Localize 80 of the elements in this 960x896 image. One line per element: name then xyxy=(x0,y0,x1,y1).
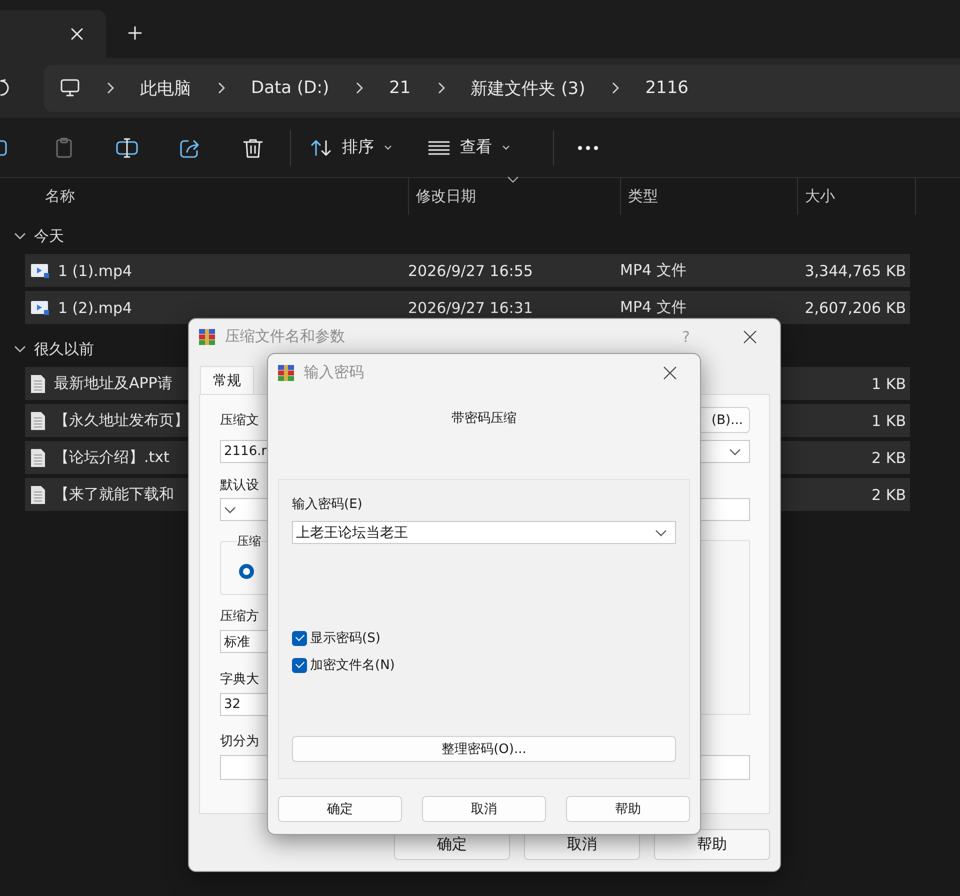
address-bar[interactable]: 此电脑 Data (D:) 21 新建文件夹 (3) 2116 xyxy=(44,64,960,112)
chevron-right-icon xyxy=(355,82,364,94)
file-name: 【论坛介绍】.txt xyxy=(54,448,170,467)
sort-button[interactable]: 排序 xyxy=(300,131,402,164)
chevron-right-icon xyxy=(436,82,445,94)
table-cell-text: MP4 文件 xyxy=(620,298,688,317)
breadcrumb-item[interactable]: Data (D:) xyxy=(251,78,330,98)
breadcrumb-item[interactable]: 21 xyxy=(389,78,411,98)
book-stack-icon xyxy=(198,328,216,346)
text-file-icon xyxy=(30,448,46,468)
checkbox[interactable] xyxy=(292,630,307,646)
text-file-icon xyxy=(30,374,46,394)
table-cell-text: 2 KB xyxy=(870,448,907,466)
text-file-icon xyxy=(30,410,46,430)
window-title: 压缩文件名和参数 xyxy=(225,327,346,346)
chevron-right-icon xyxy=(106,82,114,94)
file-name: 1 (1).mp4 xyxy=(58,262,132,280)
chevron-down-icon xyxy=(729,448,741,456)
refresh-icon[interactable] xyxy=(0,79,10,97)
table-cell-text: 2026/9/27 16:55 xyxy=(408,262,534,280)
chevron-right-icon xyxy=(611,82,620,94)
book-stack-icon xyxy=(277,364,295,382)
tab[interactable]: 常规 xyxy=(200,366,254,394)
field-label: 压缩方 xyxy=(220,608,259,625)
checkbox-label[interactable]: 加密文件名(N) xyxy=(310,656,395,674)
checkbox-label[interactable]: 显示密码(S) xyxy=(310,629,380,647)
chevron-right-icon xyxy=(217,82,225,94)
video-file-icon xyxy=(30,262,50,278)
dialog-button[interactable]: 确定 xyxy=(278,796,402,822)
column-header[interactable]: 修改日期 xyxy=(408,178,620,215)
password-field[interactable]: 上老王论坛当老王 xyxy=(292,521,676,544)
close-icon[interactable] xyxy=(743,330,757,344)
checkbox[interactable] xyxy=(292,658,307,672)
organize-button[interactable]: 整理密码(O)... xyxy=(292,736,676,762)
table-cell-text: 2 KB xyxy=(870,486,907,504)
copy-icon[interactable] xyxy=(0,138,10,158)
view-button[interactable]: 查看 xyxy=(418,131,520,164)
group-label: 压缩 xyxy=(237,533,261,550)
group-header[interactable]: 今天 xyxy=(0,221,64,251)
chevron-down-icon xyxy=(224,506,236,514)
sort-icon xyxy=(310,138,332,156)
column-header[interactable]: 名称 xyxy=(0,178,408,215)
radio-button[interactable] xyxy=(239,564,254,579)
caret-down-icon xyxy=(384,144,392,150)
file-name: 【来了就能下载和 xyxy=(54,485,174,504)
table-cell-text: 3,344,765 KB xyxy=(804,262,907,280)
monitor-icon[interactable] xyxy=(60,78,80,98)
more-icon[interactable] xyxy=(577,144,599,150)
field-label: 输入密码(E) xyxy=(292,496,362,513)
breadcrumb-item[interactable]: 2116 xyxy=(645,78,688,98)
field-label: 压缩文 xyxy=(220,412,259,429)
table-cell-text: 1 KB xyxy=(870,412,907,430)
video-file-icon xyxy=(30,300,50,316)
field-label: 默认设 xyxy=(220,477,259,494)
close-icon[interactable] xyxy=(663,366,677,380)
dialog-heading: 带密码压缩 xyxy=(450,410,518,427)
text-file-icon xyxy=(30,484,46,504)
dialog-button[interactable]: 取消 xyxy=(422,796,546,822)
breadcrumb-item[interactable]: 新建文件夹 (3) xyxy=(470,76,586,100)
group-header[interactable]: 很久以前 xyxy=(0,334,94,364)
file-name: 【永久地址发布页】 xyxy=(54,411,189,430)
breadcrumb-item[interactable]: 此电脑 xyxy=(140,76,191,100)
table-cell-text: 2026/9/27 16:31 xyxy=(408,298,534,316)
dialog-button[interactable]: 帮助 xyxy=(566,796,690,822)
table-cell-text: 2,607,206 KB xyxy=(804,298,907,316)
table-cell-text: MP4 文件 xyxy=(620,261,688,280)
list-icon xyxy=(428,140,450,156)
file-row[interactable]: 1 (1).mp4 2026/9/27 16:55 MP4 文件 3,344,765 KB xyxy=(25,254,910,287)
column-header[interactable]: 大小 xyxy=(797,178,915,215)
caret-down-icon xyxy=(502,144,510,150)
file-name: 1 (2).mp4 xyxy=(58,298,132,316)
table-cell-text: 1 KB xyxy=(870,374,907,392)
chevron-down-icon xyxy=(655,528,667,536)
file-name: 最新地址及APP请 xyxy=(54,374,172,393)
column-header[interactable]: 类型 xyxy=(620,178,797,215)
dialog-button[interactable]: 帮助 xyxy=(654,829,770,860)
field-label: 切分为 xyxy=(220,733,259,750)
field-label: 字典大 xyxy=(220,671,259,688)
plus-icon[interactable] xyxy=(128,26,142,40)
window-title: 输入密码 xyxy=(304,363,365,382)
